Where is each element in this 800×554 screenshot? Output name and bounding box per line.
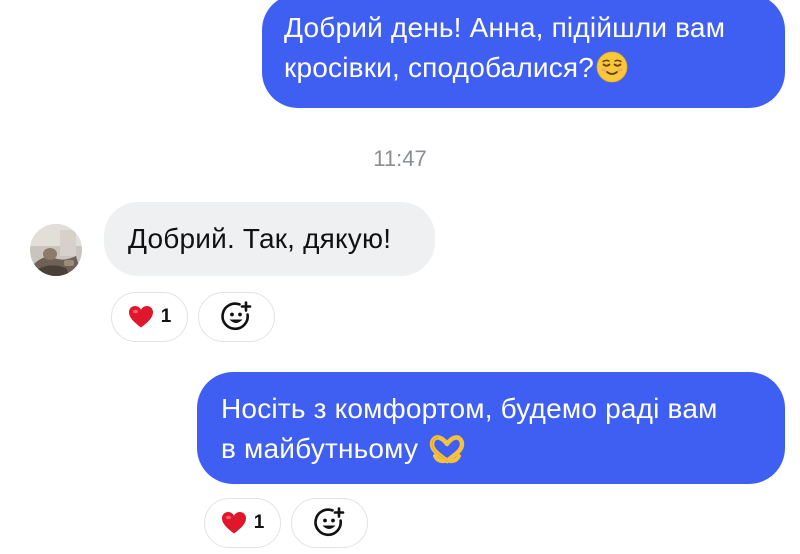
message-text-line: в майбутньому: [221, 429, 765, 469]
message-text-line: Носіть з комфортом, будемо раді вам: [221, 393, 718, 424]
heart-icon: [221, 512, 246, 534]
add-reaction-button[interactable]: [291, 498, 368, 548]
add-reaction-icon: [313, 507, 344, 537]
incoming-message-bubble[interactable]: Добрий. Так, дякую!: [104, 202, 435, 276]
message-text: кросівки, сподобалися?: [284, 52, 595, 83]
chat-thread: Добрий день! Анна, підійшли вам кросівки…: [0, 0, 800, 554]
message-text-line: Добрий день! Анна, підійшли вам: [284, 12, 726, 43]
add-reaction-icon: [220, 301, 251, 331]
avatar-photo: [30, 224, 82, 276]
message-text-line: кросівки, сподобалися?: [284, 48, 765, 88]
heart-icon: [128, 306, 153, 328]
message-text: в майбутньому: [221, 433, 419, 464]
outgoing-message-bubble[interactable]: Носіть з комфортом, будемо раді вам в ма…: [197, 372, 785, 484]
reaction-count: 1: [253, 512, 265, 533]
add-reaction-button[interactable]: [198, 292, 275, 342]
relieved-face-emoji-icon: [596, 51, 628, 83]
reaction-count: 1: [160, 306, 172, 327]
outgoing-message-bubble[interactable]: Добрий день! Анна, підійшли вам кросівки…: [262, 0, 785, 108]
heart-hands-emoji-icon: [429, 435, 465, 464]
message-text: Добрий. Так, дякую!: [128, 223, 392, 254]
message-timestamp: 11:47: [373, 146, 427, 171]
heart-reaction-button[interactable]: 1: [204, 498, 281, 548]
contact-avatar[interactable]: [30, 224, 82, 276]
heart-reaction-button[interactable]: 1: [111, 292, 188, 342]
